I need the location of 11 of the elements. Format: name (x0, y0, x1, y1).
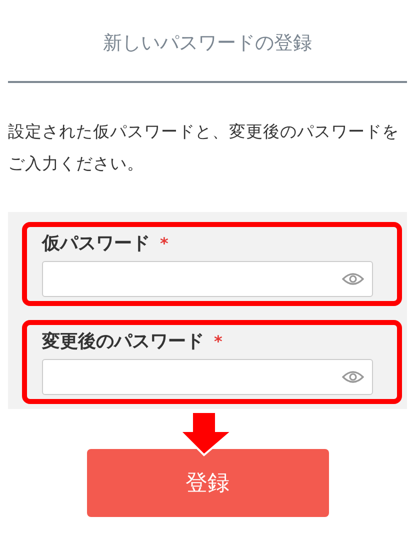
field-label: 変更後のパスワード (42, 330, 204, 353)
eye-icon[interactable] (342, 272, 364, 286)
required-mark: * (160, 234, 168, 252)
field-label: 仮パスワード (42, 232, 150, 255)
eye-icon[interactable] (342, 370, 364, 384)
page-title: 新しいパスワードの登録 (102, 31, 313, 56)
password-field[interactable] (42, 261, 373, 297)
required-mark: * (214, 332, 222, 350)
password-field[interactable] (42, 359, 373, 395)
instruction-text: 設定された仮パスワードと、変更後のパスワードをご入力ください。 (8, 121, 400, 175)
register-button[interactable]: 登録 (86, 449, 328, 517)
